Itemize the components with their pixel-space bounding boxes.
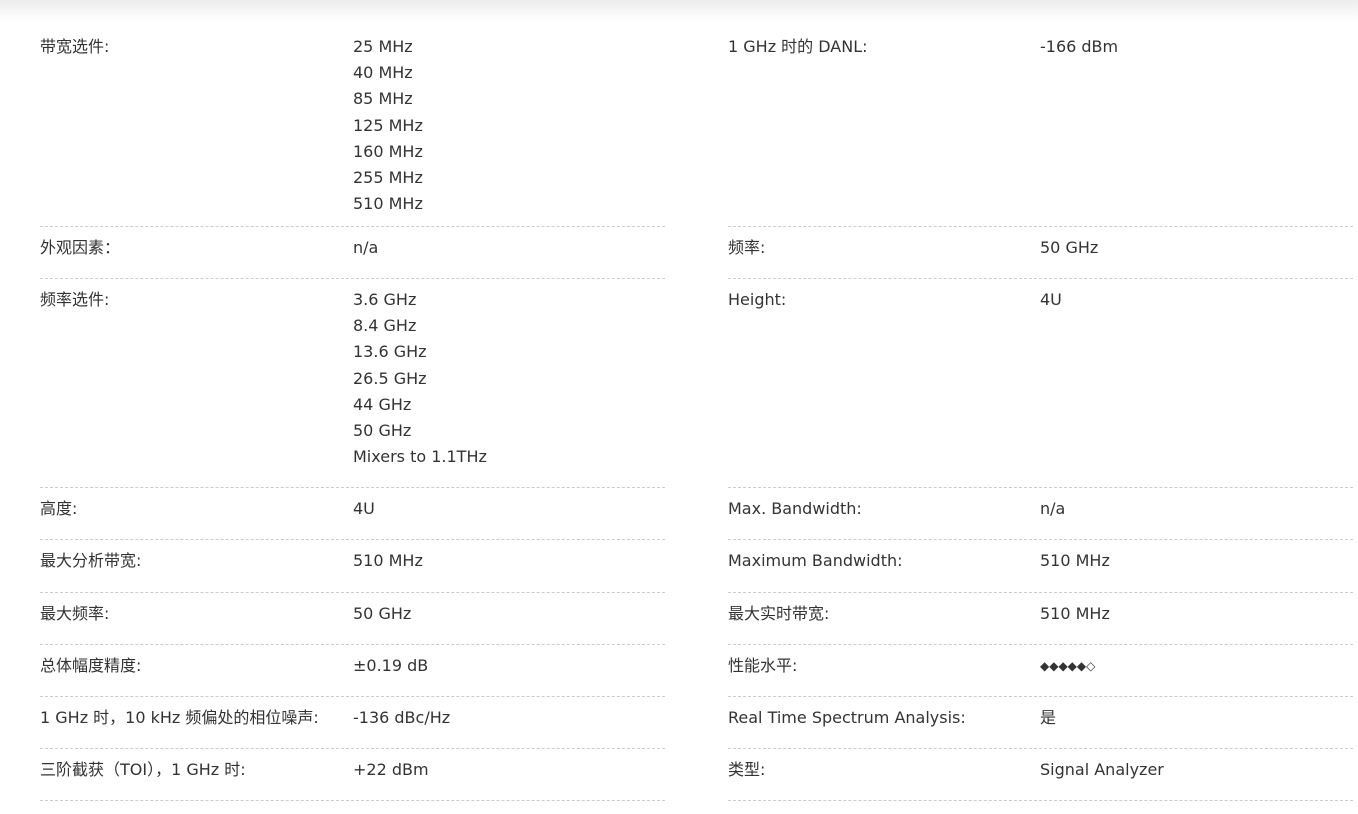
spec-value: -166 dBm	[1040, 37, 1119, 56]
spec-value: 50 GHz	[1040, 238, 1099, 257]
spec-row: 性能水平: ◆◆◆◆◆◇	[728, 645, 1353, 697]
spec-row: 频率选件: 3.6 GHz 8.4 GHz 13.6 GHz 26.5 GHz …	[40, 279, 665, 488]
spec-value: Signal Analyzer	[1040, 760, 1164, 779]
spec-value: 255 MHz	[353, 168, 423, 188]
spec-values: ±0.19 dB	[353, 653, 428, 688]
spec-row: 最大频率: 50 GHz	[40, 593, 665, 645]
spec-value: 510 MHz	[353, 194, 423, 214]
spec-values: 25 MHz 40 MHz 85 MHz 125 MHz 160 MHz 255…	[353, 34, 423, 218]
spec-label: Height:	[728, 290, 787, 309]
spec-value: 510 MHz	[353, 551, 423, 570]
spec-value: -136 dBc/Hz	[353, 708, 451, 727]
spec-label: 类型:	[728, 760, 766, 779]
spec-values: 3.6 GHz 8.4 GHz 13.6 GHz 26.5 GHz 44 GHz…	[353, 287, 487, 479]
spec-values: 4U	[1040, 287, 1062, 479]
spec-row: 高度: 4U	[40, 488, 665, 540]
spec-values: 50 GHz	[353, 601, 411, 636]
spec-value: 25 MHz	[353, 37, 413, 56]
spec-label: 最大分析带宽:	[40, 551, 142, 570]
spec-row: Max. Bandwidth: n/a	[728, 488, 1353, 540]
spec-values: n/a	[353, 235, 378, 270]
spec-value: 26.5 GHz	[353, 368, 427, 388]
spec-values: -166 dBm	[1040, 34, 1118, 218]
spec-row: 最大分析带宽: 510 MHz	[40, 540, 665, 593]
spec-value: 4U	[1040, 290, 1062, 309]
spec-values: 是	[1040, 705, 1056, 740]
spec-value: 3.6 GHz	[353, 290, 417, 309]
spec-label: 带宽选件:	[40, 37, 110, 56]
spec-label: 频率:	[728, 238, 766, 257]
performance-rating: ◆◆◆◆◆◇	[1040, 659, 1096, 673]
spec-value: 50 GHz	[353, 421, 412, 441]
spec-label: 1 GHz 时，10 kHz 频偏处的相位噪声:	[40, 708, 319, 727]
spec-label: 高度:	[40, 499, 78, 518]
spec-row: 最大实时带宽: 510 MHz	[728, 593, 1353, 645]
spec-value: 50 GHz	[353, 604, 412, 623]
spec-label: 外观因素：	[40, 238, 121, 257]
header-shadow	[0, 0, 1358, 22]
spec-values: Signal Analyzer	[1040, 757, 1164, 792]
spec-value: 125 MHz	[353, 115, 423, 135]
spec-values: ◆◆◆◆◆◇	[1040, 653, 1095, 688]
spec-values: 510 MHz	[353, 548, 423, 584]
spec-label: 1 GHz 时的 DANL:	[728, 37, 868, 56]
spec-label: Maximum Bandwidth:	[728, 551, 903, 570]
spec-value: 510 MHz	[1040, 604, 1110, 623]
spec-row: 外观因素： n/a	[40, 227, 665, 279]
spec-row: 1 GHz 时，10 kHz 频偏处的相位噪声: -136 dBc/Hz	[40, 697, 665, 749]
spec-values: n/a	[1040, 496, 1065, 531]
spec-values: 510 MHz	[1040, 548, 1110, 584]
spec-values: -136 dBc/Hz	[353, 705, 450, 740]
spec-label: 性能水平:	[728, 656, 798, 675]
spec-value: 13.6 GHz	[353, 342, 427, 362]
spec-label: 频率选件:	[40, 290, 110, 309]
spec-label: 最大实时带宽:	[728, 604, 830, 623]
spec-value: Mixers to 1.1THz	[353, 447, 487, 467]
spec-label: Max. Bandwidth:	[728, 499, 862, 518]
spec-values: 4U	[353, 496, 375, 531]
spec-value: 4U	[353, 499, 375, 518]
spec-values: 510 MHz	[1040, 601, 1110, 636]
spec-row: 频率: 50 GHz	[728, 227, 1353, 279]
spec-value: 8.4 GHz	[353, 316, 417, 336]
spec-label: Real Time Spectrum Analysis:	[728, 708, 966, 727]
spec-row: 三阶截获（TOI），1 GHz 时: +22 dBm	[40, 749, 665, 801]
spec-row: 总体幅度精度: ±0.19 dB	[40, 645, 665, 697]
spec-value: 160 MHz	[353, 141, 423, 161]
spec-row: 1 GHz 时的 DANL: -166 dBm	[728, 26, 1353, 227]
spec-value: 510 MHz	[1040, 551, 1110, 570]
spec-values: +22 dBm	[353, 757, 429, 792]
spec-value: n/a	[353, 238, 379, 257]
spec-label: 总体幅度精度:	[40, 656, 142, 675]
spec-value: +22 dBm	[353, 760, 429, 779]
spec-row: Real Time Spectrum Analysis: 是	[728, 697, 1353, 749]
spec-value: n/a	[1040, 499, 1066, 518]
spec-row: Height: 4U	[728, 279, 1353, 488]
spec-row: 类型: Signal Analyzer	[728, 749, 1353, 801]
spec-value: 是	[1040, 708, 1057, 727]
spec-table-right: 1 GHz 时的 DANL: -166 dBm 频率: 50 GHz Heigh…	[728, 26, 1353, 801]
spec-value: 44 GHz	[353, 394, 412, 414]
spec-label: 最大频率:	[40, 604, 110, 623]
spec-value: ±0.19 dB	[353, 656, 429, 675]
spec-value: 85 MHz	[353, 89, 413, 109]
spec-row: 带宽选件: 25 MHz 40 MHz 85 MHz 125 MHz 160 M…	[40, 26, 665, 227]
spec-values: 50 GHz	[1040, 235, 1098, 270]
spec-value: 40 MHz	[353, 63, 413, 83]
spec-label: 三阶截获（TOI），1 GHz 时:	[40, 760, 246, 779]
spec-table-left: 带宽选件: 25 MHz 40 MHz 85 MHz 125 MHz 160 M…	[40, 26, 665, 801]
spec-row: Maximum Bandwidth: 510 MHz	[728, 540, 1353, 593]
